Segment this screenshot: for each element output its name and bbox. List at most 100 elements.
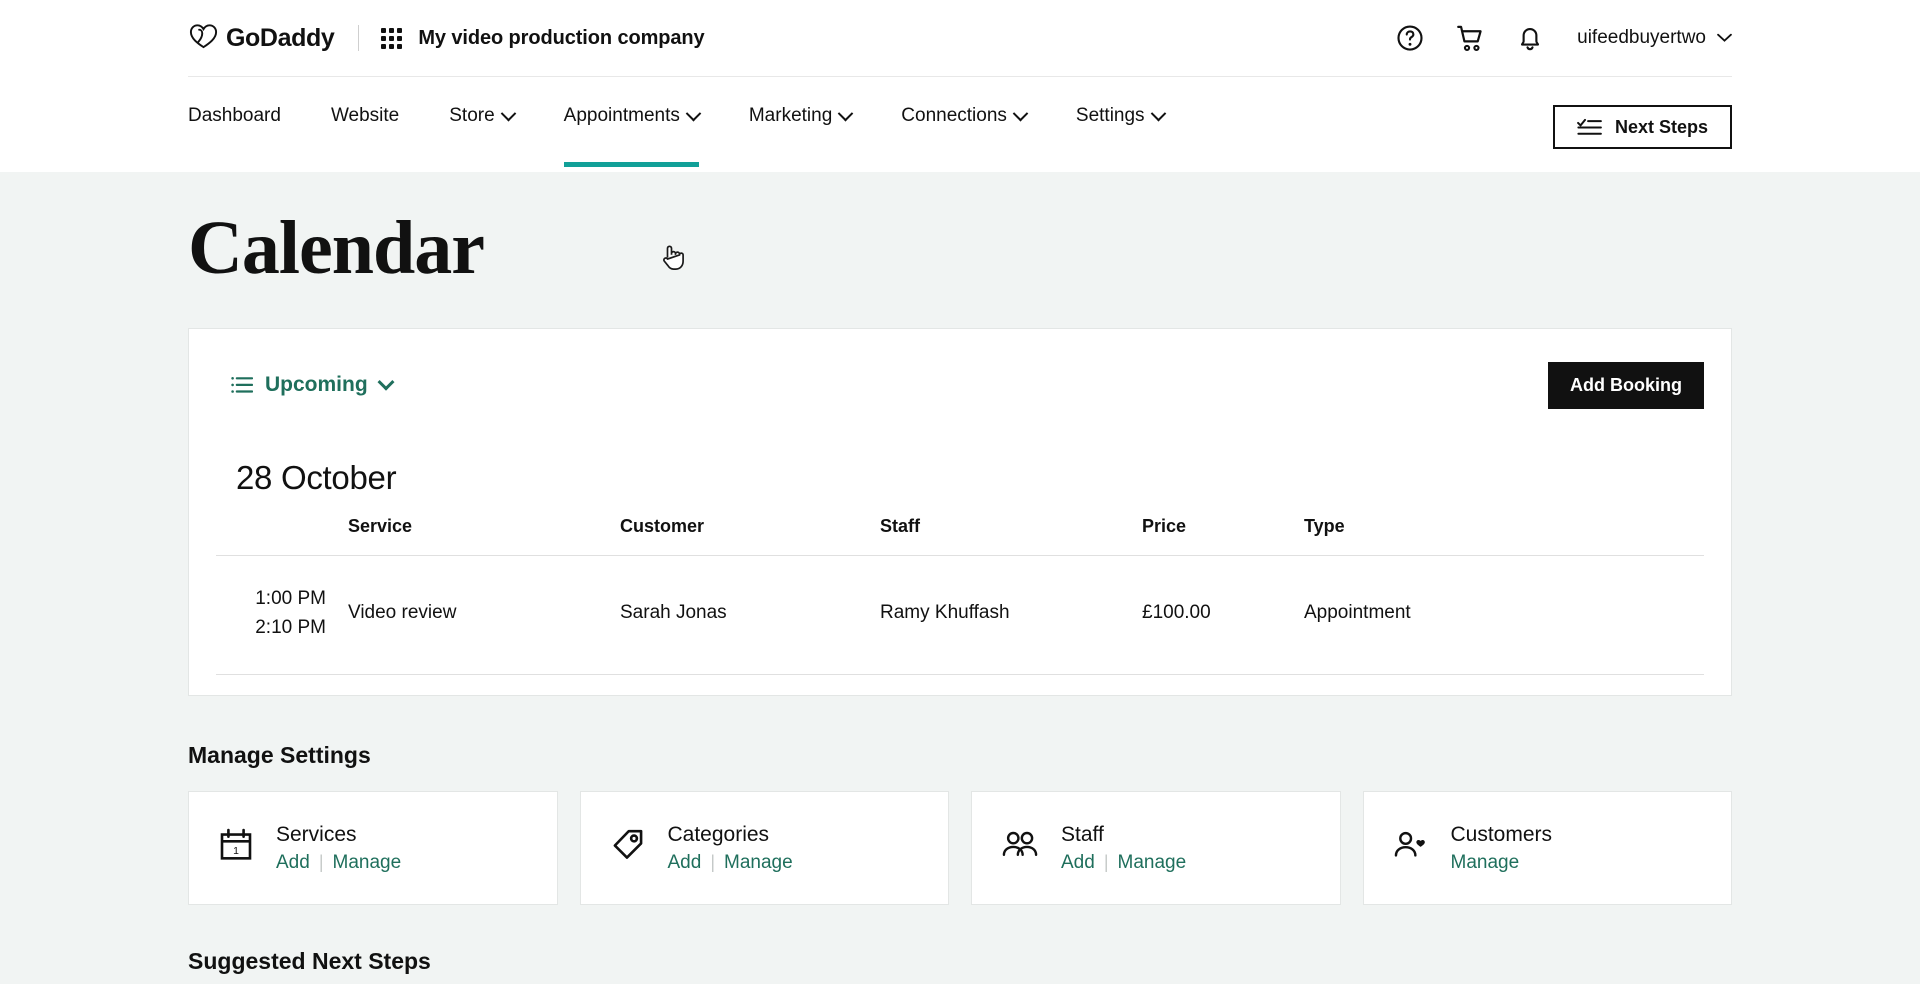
booking-end-time: 2:10 PM bbox=[255, 617, 326, 639]
main-navigation: Dashboard Website Store Appointments Marketi… bbox=[0, 77, 1920, 172]
page-content: Calendar Upcoming Add Booking 28 October bbox=[0, 172, 1920, 984]
brand-divider bbox=[358, 25, 360, 51]
settings-card-title: Categories bbox=[667, 822, 770, 846]
nav-item-label: Dashboard bbox=[188, 105, 281, 126]
booking-service: Video review bbox=[348, 555, 620, 675]
chevron-down-icon bbox=[1012, 105, 1029, 121]
settings-link-manage[interactable]: Manage bbox=[1451, 852, 1520, 874]
settings-card-links: Add | Manage bbox=[668, 852, 793, 874]
checklist-icon bbox=[1577, 118, 1602, 135]
chevron-down-icon bbox=[1717, 33, 1732, 42]
help-circle-icon[interactable] bbox=[1393, 21, 1427, 55]
settings-card-links: Manage bbox=[1451, 852, 1553, 874]
booking-start-time: 1:00 PM bbox=[255, 587, 326, 609]
nav-item-appointments[interactable]: Appointments bbox=[563, 105, 702, 167]
add-booking-button[interactable]: Add Booking bbox=[1548, 361, 1704, 409]
user-heart-icon bbox=[1394, 828, 1428, 867]
brand-group: GoDaddy My video production company bbox=[188, 20, 705, 56]
settings-card-categories[interactable]: Categories Add | Manage bbox=[579, 790, 949, 905]
column-header-type: Type bbox=[1304, 515, 1704, 556]
settings-card-links: Add | Manage bbox=[276, 852, 401, 874]
tag-icon bbox=[611, 828, 645, 867]
settings-card-services[interactable]: 1 Services Add | Manage bbox=[188, 790, 558, 905]
nav-item-label: Connections bbox=[901, 105, 1007, 126]
link-separator: | bbox=[710, 852, 715, 873]
settings-card-staff[interactable]: Staff Add | Manage bbox=[971, 790, 1341, 905]
upcoming-filter-label: Upcoming bbox=[265, 373, 368, 397]
company-name: My video production company bbox=[418, 26, 705, 49]
bookings-table-body: 1:00 PM 2:10 PM Video review Sarah Jonas Ram… bbox=[216, 555, 1704, 675]
next-steps-label: Next Steps bbox=[1614, 116, 1708, 137]
notification-bell-icon[interactable] bbox=[1513, 21, 1547, 55]
list-icon bbox=[231, 377, 253, 394]
account-menu[interactable]: uifeedbuyertwo bbox=[1577, 27, 1732, 49]
link-separator: | bbox=[1103, 852, 1109, 873]
users-icon bbox=[1002, 828, 1038, 867]
column-header-service: Service bbox=[348, 515, 620, 556]
column-header-customer: Customer bbox=[620, 515, 880, 556]
svg-text:1: 1 bbox=[233, 846, 239, 857]
nav-item-settings[interactable]: Settings bbox=[1075, 105, 1166, 167]
settings-card-text: Services Add | Manage bbox=[276, 822, 401, 874]
topbar-actions: uifeedbuyertwo bbox=[1393, 21, 1732, 55]
settings-card-title: Services bbox=[276, 822, 357, 846]
settings-card-title: Customers bbox=[1450, 822, 1553, 846]
settings-link-add[interactable]: Add bbox=[1061, 852, 1095, 874]
suggested-next-steps-title: Suggested Next Steps bbox=[188, 947, 431, 974]
settings-card-customers[interactable]: Customers Manage bbox=[1362, 790, 1732, 905]
apps-grid-icon[interactable] bbox=[381, 27, 403, 49]
column-header-price: Price bbox=[1142, 515, 1304, 556]
settings-link-manage[interactable]: Manage bbox=[1118, 852, 1187, 874]
shopping-cart-icon[interactable] bbox=[1453, 21, 1487, 55]
chevron-down-icon bbox=[685, 105, 702, 121]
nav-item-label: Marketing bbox=[748, 105, 833, 126]
bookings-card: Upcoming Add Booking 28 October Service … bbox=[188, 327, 1732, 696]
bookings-table-head: Service Customer Staff Price Type bbox=[216, 515, 1704, 556]
settings-card-text: Categories Add | Manage bbox=[668, 822, 793, 874]
booking-price: £100.00 bbox=[1142, 555, 1304, 675]
nav-item-label: Settings bbox=[1075, 105, 1145, 126]
nav-item-dashboard[interactable]: Dashboard bbox=[188, 105, 281, 167]
manage-settings-title: Manage Settings bbox=[188, 741, 371, 768]
nav-item-website[interactable]: Website bbox=[331, 105, 399, 167]
column-header-time bbox=[216, 515, 348, 556]
nav-item-connections[interactable]: Connections bbox=[901, 105, 1029, 167]
nav-items: Dashboard Website Store Appointments Marketi… bbox=[188, 105, 1166, 167]
upcoming-filter-dropdown[interactable]: Upcoming bbox=[216, 373, 395, 397]
active-tab-underline bbox=[563, 162, 699, 167]
settings-link-add[interactable]: Add bbox=[668, 852, 702, 874]
account-name: uifeedbuyertwo bbox=[1577, 27, 1706, 48]
table-header-row: Service Customer Staff Price Type bbox=[216, 515, 1704, 556]
settings-link-manage[interactable]: Manage bbox=[333, 852, 402, 874]
settings-link-manage[interactable]: Manage bbox=[724, 852, 793, 874]
settings-card-links: Add | Manage bbox=[1061, 852, 1186, 874]
chevron-down-icon bbox=[1150, 105, 1166, 121]
bookings-table: Service Customer Staff Price Type 1:00 P… bbox=[216, 515, 1704, 675]
godaddy-heart-icon bbox=[188, 20, 219, 56]
page-title: Calendar bbox=[188, 206, 485, 290]
godaddy-wordmark: GoDaddy bbox=[226, 23, 335, 52]
nav-item-label: Appointments bbox=[563, 105, 680, 126]
settings-card-text: Customers Manage bbox=[1451, 822, 1553, 874]
chevron-down-icon bbox=[838, 105, 854, 121]
link-separator: | bbox=[318, 852, 324, 873]
chevron-down-icon bbox=[500, 105, 516, 121]
bookings-header: Upcoming Add Booking bbox=[216, 361, 1704, 409]
godaddy-logo[interactable]: GoDaddy bbox=[188, 20, 335, 56]
next-steps-button[interactable]: Next Steps bbox=[1552, 105, 1732, 149]
nav-item-label: Store bbox=[449, 105, 495, 126]
booking-time: 1:00 PM 2:10 PM bbox=[216, 555, 348, 675]
booking-staff: Ramy Khuffash bbox=[880, 555, 1142, 675]
nav-item-marketing[interactable]: Marketing bbox=[748, 105, 854, 167]
nav-item-store[interactable]: Store bbox=[449, 105, 516, 167]
calendar-icon: 1 bbox=[219, 828, 253, 867]
booking-type: Appointment bbox=[1304, 555, 1704, 675]
booking-customer: Sarah Jonas bbox=[620, 555, 880, 675]
chevron-down-icon bbox=[377, 373, 395, 391]
settings-link-add[interactable]: Add bbox=[276, 852, 310, 874]
table-row[interactable]: 1:00 PM 2:10 PM Video review Sarah Jonas Ram… bbox=[216, 555, 1704, 675]
settings-card-title: Staff bbox=[1061, 822, 1104, 846]
manage-settings-cards: 1 Services Add | Manage Categories Add | Manage S… bbox=[188, 790, 1732, 905]
settings-card-text: Staff Add | Manage bbox=[1061, 822, 1186, 874]
top-bar: GoDaddy My video production company uife… bbox=[0, 0, 1920, 77]
